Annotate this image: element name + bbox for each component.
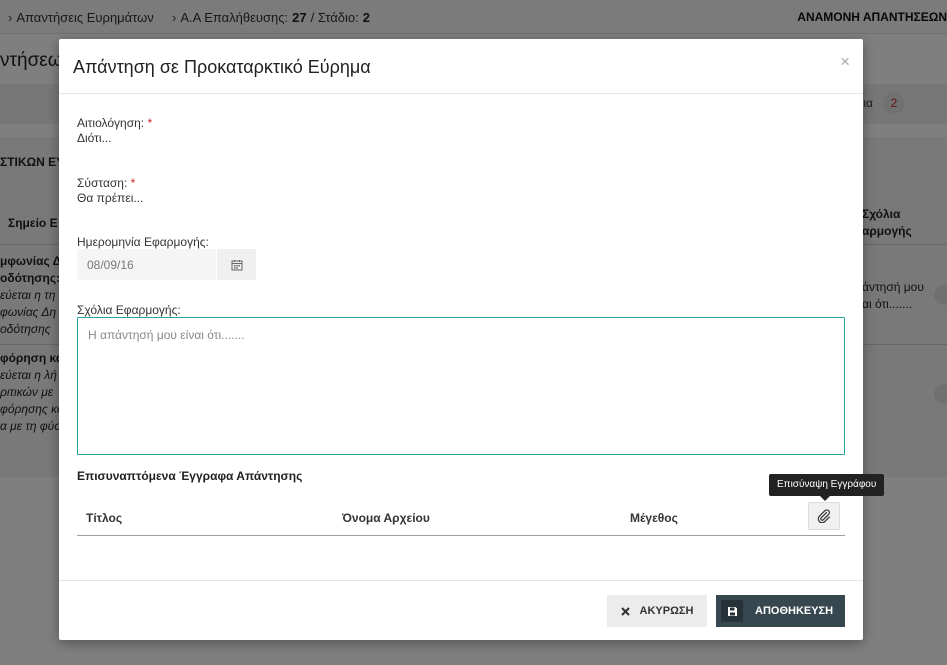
column-header-filename: Όνομα Αρχείου: [342, 511, 430, 525]
attach-tooltip: Επισύναψη Εγγράφου: [769, 474, 885, 496]
required-mark: *: [130, 176, 136, 190]
save-button[interactable]: ΑΠΟΘΗΚΕΥΣΗ: [716, 595, 845, 627]
column-header-title: Τίτλος: [86, 511, 123, 525]
date-label: Ημερομηνία Εφαρμογής:: [77, 235, 209, 249]
attachments-table: Τίτλος Όνομα Αρχείου Μέγεθος: [77, 498, 845, 536]
calendar-icon: [231, 259, 242, 270]
tooltip-arrow: [820, 496, 830, 501]
paperclip-icon: [817, 509, 830, 523]
date-field[interactable]: [77, 249, 216, 280]
close-icon[interactable]: ×: [840, 52, 850, 72]
recommendation-value: Θα πρέπει...: [77, 191, 144, 205]
comments-label: Σχόλια Εφαρμογής:: [77, 303, 181, 317]
calendar-button[interactable]: [217, 249, 256, 280]
attachments-title: Επισυναπτόμενα Έγγραφα Απάντησης: [77, 469, 303, 483]
modal-title: Απάντηση σε Προκαταρκτικό Εύρημα: [73, 57, 371, 77]
attach-document-button[interactable]: [808, 502, 840, 530]
justification-label: Αιτιολόγηση: *: [77, 116, 153, 130]
x-icon: [620, 606, 630, 616]
recommendation-label: Σύσταση: *: [77, 176, 136, 190]
column-header-size: Μέγεθος: [630, 511, 678, 525]
justification-value: Διότι...: [77, 131, 112, 145]
floppy-icon: [727, 606, 737, 616]
answer-modal: Απάντηση σε Προκαταρκτικό Εύρημα × Αιτιο…: [59, 39, 885, 640]
comments-textarea[interactable]: [77, 317, 845, 455]
modal-header: Απάντηση σε Προκαταρκτικό Εύρημα ×: [59, 39, 863, 94]
required-mark: *: [147, 116, 153, 130]
cancel-button[interactable]: ΑΚΥΡΩΣΗ: [607, 595, 707, 627]
save-icon-box: [721, 600, 743, 622]
